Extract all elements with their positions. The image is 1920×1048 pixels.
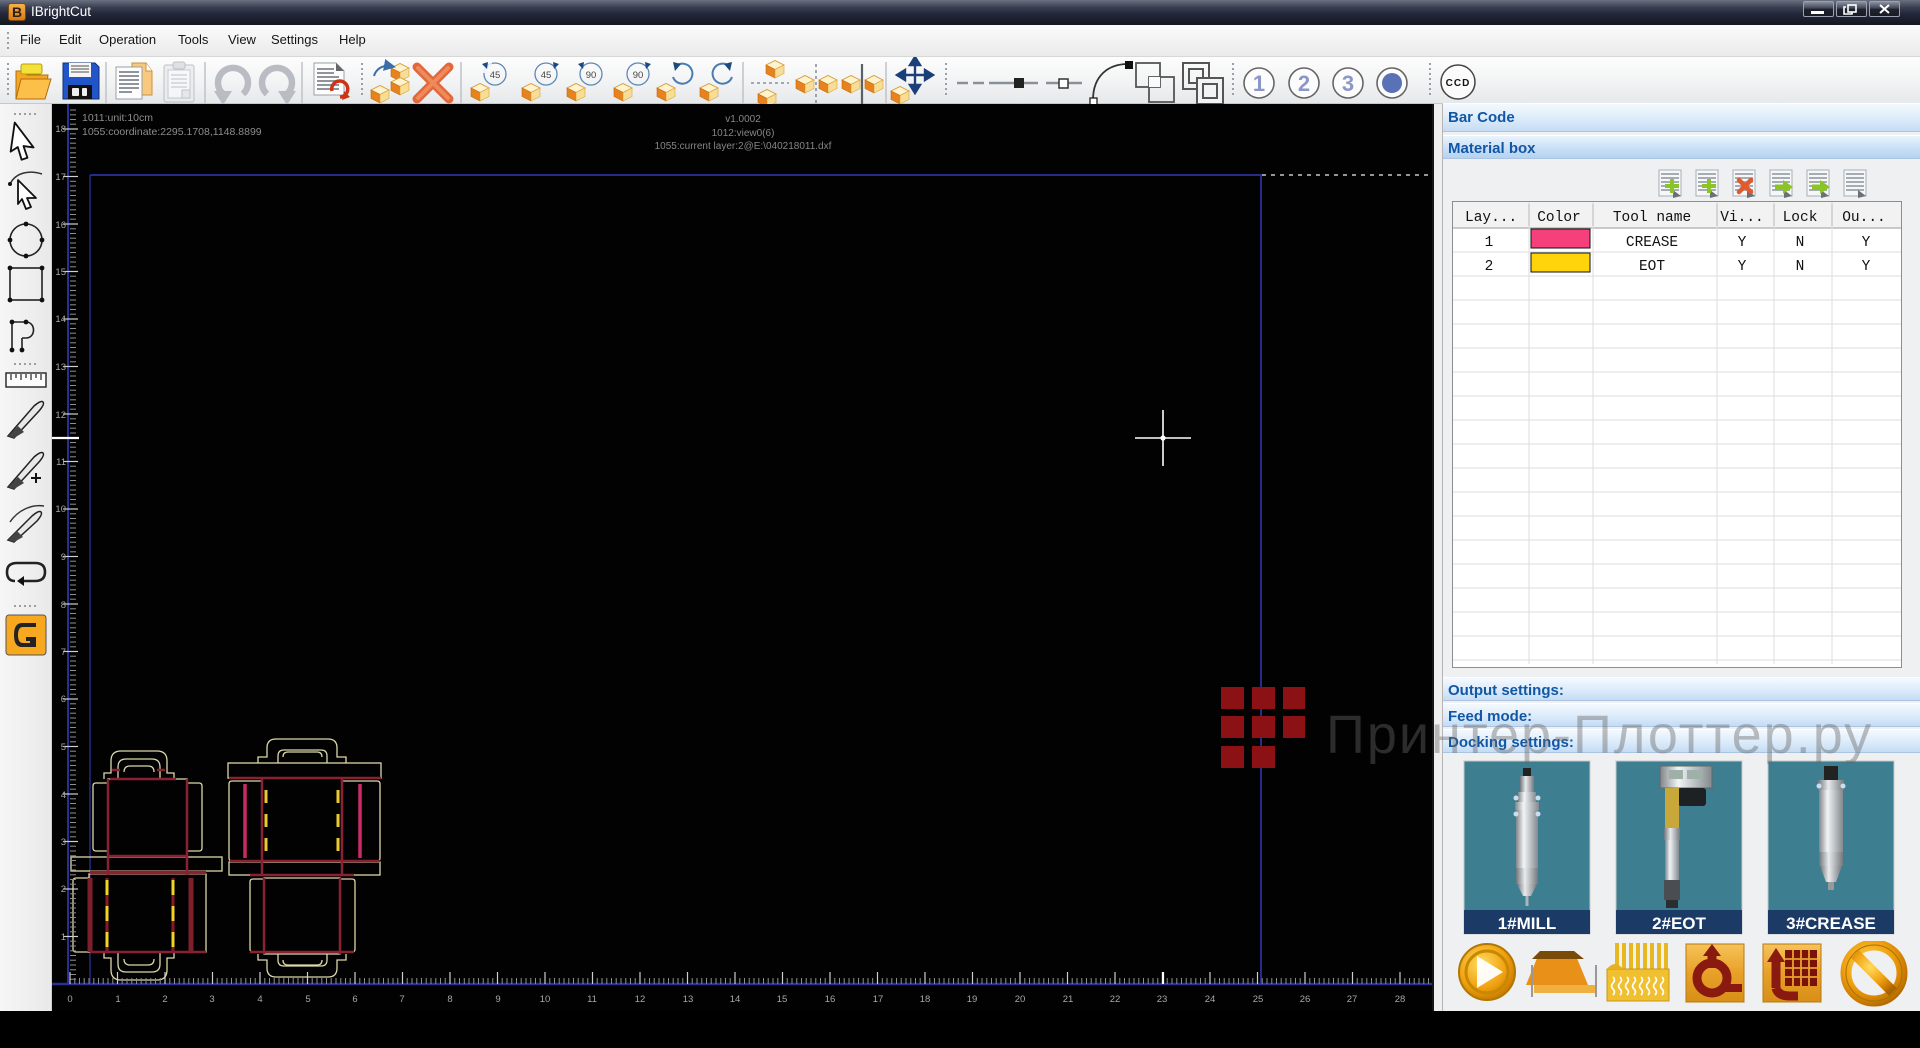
svg-text:3: 3 [61, 837, 66, 848]
svg-text:4: 4 [257, 994, 262, 1005]
svg-text:Y: Y [1738, 235, 1747, 251]
svg-text:17: 17 [55, 172, 66, 183]
svg-text:6: 6 [352, 994, 357, 1005]
svg-text:4: 4 [61, 790, 66, 801]
svg-text:Color: Color [1537, 210, 1581, 226]
svg-text:1#MILL: 1#MILL [1498, 914, 1557, 933]
svg-text:1: 1 [61, 932, 66, 943]
svg-text:2#EOT: 2#EOT [1652, 914, 1706, 933]
svg-text:3: 3 [209, 994, 214, 1005]
svg-text:0: 0 [67, 994, 72, 1005]
svg-text:17: 17 [873, 994, 884, 1005]
svg-text:CCD: CCD [1446, 78, 1471, 89]
svg-text:15: 15 [777, 994, 788, 1005]
svg-text:3: 3 [1342, 71, 1354, 96]
svg-text:1: 1 [1253, 71, 1265, 96]
svg-text:6: 6 [61, 694, 66, 705]
svg-text:16: 16 [825, 994, 836, 1005]
svg-text:2: 2 [61, 884, 66, 895]
svg-text:18: 18 [55, 124, 66, 135]
svg-text:CREASE: CREASE [1626, 235, 1678, 251]
svg-text:24: 24 [1205, 994, 1216, 1005]
svg-text:45: 45 [541, 70, 552, 81]
svg-text:13: 13 [55, 362, 66, 373]
svg-text:9: 9 [495, 994, 500, 1005]
svg-text:25: 25 [1253, 994, 1264, 1005]
svg-text:Y: Y [1738, 259, 1747, 275]
svg-text:1011:unit:10cm: 1011:unit:10cm [82, 112, 153, 124]
svg-text:Y: Y [1862, 259, 1871, 275]
svg-text:11: 11 [587, 994, 597, 1005]
svg-text:Vi...: Vi... [1720, 210, 1764, 226]
svg-text:13: 13 [683, 994, 694, 1005]
svg-text:N: N [1796, 259, 1805, 275]
svg-text:16: 16 [55, 220, 66, 231]
svg-text:14: 14 [55, 314, 66, 325]
svg-text:N: N [1796, 235, 1805, 251]
svg-text:Y: Y [1862, 235, 1871, 251]
svg-text:8: 8 [61, 600, 66, 611]
svg-text:90: 90 [633, 70, 644, 81]
svg-text:1: 1 [115, 994, 120, 1005]
svg-text:8: 8 [447, 994, 452, 1005]
svg-text:14: 14 [730, 994, 741, 1005]
svg-text:7: 7 [61, 647, 66, 658]
svg-text:9: 9 [61, 552, 66, 563]
svg-text:1: 1 [1485, 235, 1494, 251]
svg-text:28: 28 [1395, 994, 1406, 1005]
svg-text:v1.0002: v1.0002 [725, 114, 761, 125]
svg-text:EOT: EOT [1639, 259, 1665, 275]
svg-text:23: 23 [1157, 994, 1168, 1005]
svg-text:26: 26 [1300, 994, 1311, 1005]
svg-text:2: 2 [162, 994, 167, 1005]
svg-text:Lay...: Lay... [1465, 210, 1517, 226]
svg-text:2: 2 [1485, 259, 1494, 275]
svg-text:2: 2 [1298, 71, 1310, 96]
svg-text:10: 10 [540, 994, 551, 1005]
svg-text:22: 22 [1110, 994, 1121, 1005]
svg-text:21: 21 [1063, 994, 1074, 1005]
svg-text:18: 18 [920, 994, 931, 1005]
svg-text:12: 12 [635, 994, 646, 1005]
svg-text:45: 45 [490, 70, 501, 81]
svg-text:Lock: Lock [1783, 210, 1818, 226]
svg-text:90: 90 [586, 70, 597, 81]
svg-text:7: 7 [399, 994, 404, 1005]
svg-text:1055:current layer:2@E:\040218: 1055:current layer:2@E:\040218011.dxf [655, 141, 832, 152]
svg-text:Tool name: Tool name [1613, 210, 1691, 226]
svg-text:15: 15 [55, 267, 66, 278]
svg-text:20: 20 [1015, 994, 1026, 1005]
svg-text:3#CREASE: 3#CREASE [1786, 914, 1876, 933]
svg-text:11: 11 [56, 457, 66, 468]
svg-text:12: 12 [55, 410, 66, 421]
svg-text:5: 5 [61, 742, 66, 753]
svg-text:Ou...: Ou... [1842, 210, 1886, 226]
svg-text:19: 19 [967, 994, 978, 1005]
svg-text:27: 27 [1347, 994, 1358, 1005]
svg-text:10: 10 [55, 504, 66, 515]
svg-text:1055:coordinate:2295.1708,1148: 1055:coordinate:2295.1708,1148.8899 [82, 126, 262, 138]
svg-text:5: 5 [305, 994, 310, 1005]
svg-text:1012:view0(6): 1012:view0(6) [712, 128, 775, 139]
